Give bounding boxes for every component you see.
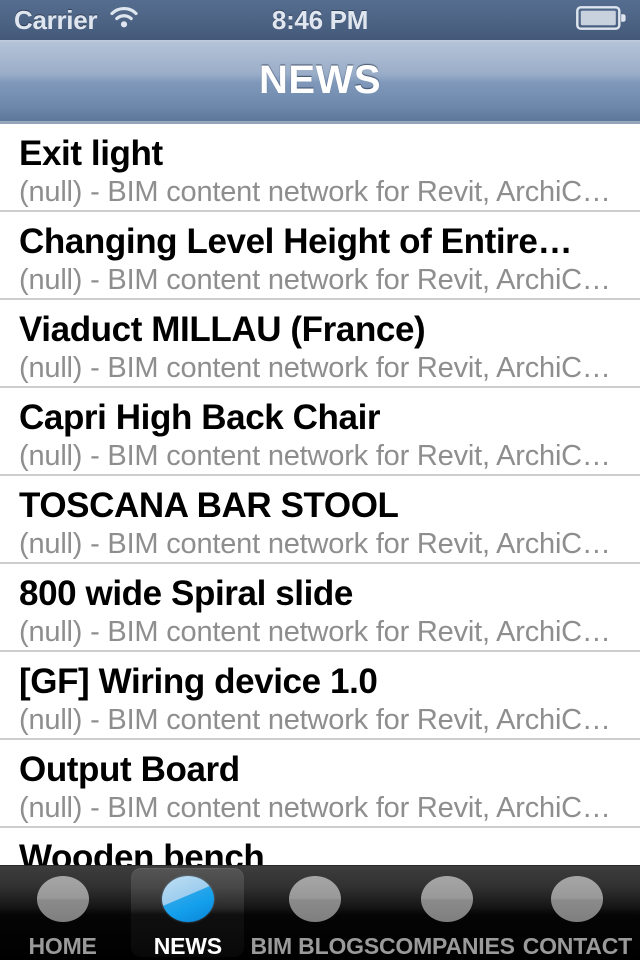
news-row[interactable]: Exit light (null) - BIM content network f… (0, 124, 640, 212)
news-row[interactable]: Changing Level Height of Entire… (null) -… (0, 212, 640, 300)
news-row[interactable]: Capri High Back Chair (null) - BIM conten… (0, 388, 640, 476)
circle-icon (288, 876, 341, 922)
news-row-subtitle: (null) - BIM content network for Revit, … (19, 792, 611, 824)
news-row-subtitle: (null) - BIM content network for Revit, … (19, 704, 611, 736)
page-title: NEWS (259, 58, 381, 102)
news-row-subtitle: (null) - BIM content network for Revit, … (19, 528, 611, 560)
news-row[interactable]: Output Board (null) - BIM content network… (0, 740, 640, 828)
news-row-subtitle: (null) - BIM content network for Revit, … (19, 176, 611, 208)
tab-label: NEWS (153, 933, 222, 959)
news-list[interactable]: Exit light (null) - BIM content network f… (0, 124, 640, 866)
news-row-title: Changing Level Height of Entire… (19, 222, 573, 261)
news-row-title: Viaduct MILLAU (France) (19, 310, 426, 349)
tab-bar: HOME NEWS BIM BLOGS COMPANIES CONTACT (0, 865, 640, 960)
news-row[interactable]: Wooden bench(null) - BIM content network… (0, 828, 640, 866)
news-row-title: TOSCANA BAR STOOL (19, 486, 399, 525)
tab-label: COMPANIES (378, 933, 515, 959)
circle-icon (420, 876, 473, 922)
news-row-subtitle: (null) - BIM content network for Revit, … (19, 264, 611, 296)
news-row[interactable]: [GF] Wiring device 1.0 (null) - BIM conte… (0, 652, 640, 740)
status-bar-right (576, 5, 626, 35)
tab-label: HOME (28, 933, 97, 959)
circle-icon (551, 876, 604, 922)
tab-label: BIM BLOGS (250, 933, 379, 959)
news-row-subtitle: (null) - BIM content network for Revit, … (19, 616, 611, 648)
battery-icon (576, 5, 626, 35)
status-bar: Carrier 8:46 PM (0, 0, 640, 40)
wifi-icon (109, 6, 139, 34)
news-row[interactable]: TOSCANA BAR STOOL (null) - BIM content ne… (0, 476, 640, 564)
news-row-title: Output Board (19, 750, 240, 789)
carrier-label: Carrier (14, 4, 98, 35)
status-bar-left: Carrier (14, 5, 139, 36)
news-row-title: Wooden bench (19, 838, 265, 866)
news-row-title: [GF] Wiring device 1.0 (19, 662, 378, 701)
app-screen: Carrier 8:46 PM NEWS Exit light (null) -… (0, 0, 640, 960)
news-row-title: Capri High Back Chair (19, 398, 381, 437)
tab-label: CONTACT (522, 933, 633, 959)
news-row-subtitle: (null) - BIM content network for Revit, … (19, 440, 611, 472)
tab-item-news[interactable]: NEWS (125, 866, 250, 960)
tab-item-companies[interactable]: COMPANIES (379, 866, 515, 960)
circle-icon (161, 876, 214, 922)
news-row[interactable]: Viaduct MILLAU (France) (null) - BIM cont… (0, 300, 640, 388)
tab-item-home[interactable]: HOME (0, 866, 125, 960)
tab-item-bim-blogs[interactable]: BIM BLOGS (250, 866, 379, 960)
clock-label: 8:46 PM (271, 4, 369, 35)
tab-item-contact[interactable]: CONTACT (515, 866, 640, 960)
news-row-title: 800 wide Spiral slide (19, 574, 353, 613)
news-row[interactable]: 800 wide Spiral slide (null) - BIM conten… (0, 564, 640, 652)
navigation-bar: NEWS (0, 40, 640, 124)
news-row-title: Exit light (19, 134, 163, 173)
circle-icon (36, 876, 89, 922)
news-row-subtitle: (null) - BIM content network for Revit, … (19, 352, 611, 384)
